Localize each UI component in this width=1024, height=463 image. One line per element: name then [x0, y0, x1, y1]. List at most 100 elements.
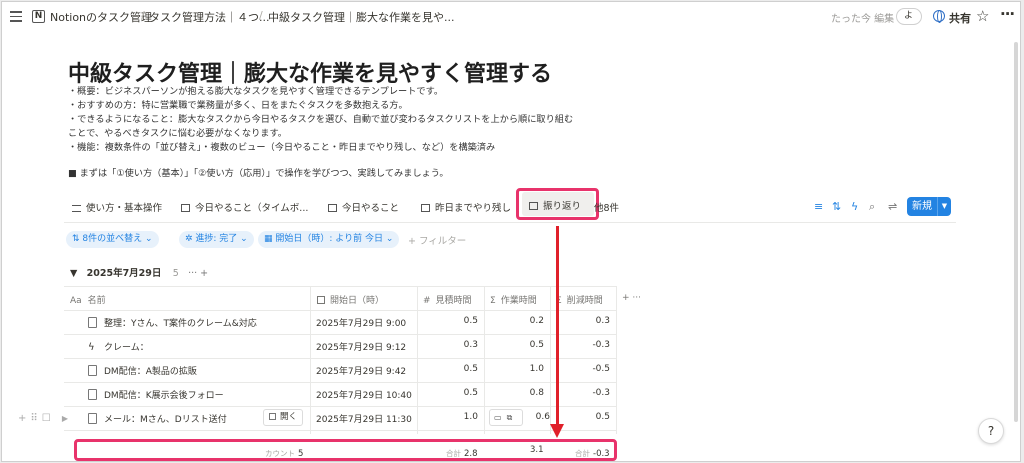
- search-icon[interactable]: ⌕: [869, 200, 875, 214]
- text-icon: Aa: [70, 296, 82, 306]
- automation-icon[interactable]: ϟ: [851, 200, 858, 213]
- row-handle-controls[interactable]: +⠿☐ ▶: [18, 413, 72, 424]
- add-column-button[interactable]: + ···: [622, 293, 641, 303]
- table-row[interactable]: DM配信：K展示会後フォロー 2025年7月29日 10:40 0.5 0.8 …: [64, 382, 616, 407]
- breadcrumb-item-3[interactable]: 中級タスク管理｜膨大な作業を見や...: [268, 9, 455, 25]
- scrollbar[interactable]: [1014, 42, 1018, 422]
- reduce-summary[interactable]: 合計 -0.3: [575, 448, 610, 459]
- column-header-name[interactable]: Aa 名前: [70, 293, 106, 306]
- filter-icon[interactable]: ≡: [814, 200, 823, 213]
- sort-icon[interactable]: ⇅: [832, 200, 841, 213]
- tab-basic-usage[interactable]: 使い方・基本操作: [72, 200, 162, 214]
- reduce-cell[interactable]: -0.3: [554, 340, 610, 350]
- help-icon[interactable]: ?: [978, 418, 1004, 444]
- reduce-cell[interactable]: 0.3: [554, 316, 610, 326]
- sort-chip[interactable]: ⇅ 8件の並べ替え ⌄: [66, 231, 159, 248]
- new-button[interactable]: 新規 ▼: [907, 197, 951, 216]
- add-filter-button[interactable]: + フィルター: [408, 233, 466, 247]
- breadcrumb-item-1[interactable]: Notionのタスク管理: [50, 9, 152, 25]
- open-button-label: 開く: [280, 412, 298, 422]
- column-label: 開始日（時）: [330, 296, 385, 306]
- drag-handle-icon[interactable]: ⠿: [30, 413, 41, 424]
- chevron-down-icon[interactable]: ▼: [937, 197, 951, 216]
- start-cell[interactable]: 2025年7月29日 9:12: [316, 340, 406, 353]
- more-views-link[interactable]: 他8件: [594, 200, 619, 214]
- page-title[interactable]: 中級タスク管理｜膨大な作業を見やすく管理する: [68, 56, 552, 88]
- copy-icon[interactable]: ⧉: [507, 413, 518, 422]
- globe-icon[interactable]: [933, 10, 945, 23]
- name-cell[interactable]: DM配信：K展示会後フォロー: [88, 388, 308, 401]
- estimate-cell[interactable]: 0.5: [422, 316, 478, 326]
- table-row[interactable]: 整理：Yさん、T案件のクレーム&対応 2025年7月29日 9:00 0.5 0…: [64, 310, 616, 335]
- reduce-cell[interactable]: 0.5: [554, 412, 610, 422]
- row-divider: [64, 430, 616, 431]
- avatar[interactable]: よ: [896, 8, 922, 25]
- reduce-cell[interactable]: -0.5: [554, 364, 610, 374]
- table-row[interactable]: DM配信：A製品の拡販 2025年7月29日 9:42 0.5 1.0 -0.5: [64, 358, 616, 383]
- reduce-cell[interactable]: -0.3: [554, 388, 610, 398]
- column-divider: [616, 286, 617, 434]
- count-summary[interactable]: カウント 5: [265, 448, 303, 459]
- doc-icon: [88, 413, 97, 424]
- table-row[interactable]: ϟ クレーム： 2025年7月29日 9:12 0.3 0.5 -0.3: [64, 334, 616, 359]
- doc-icon: [88, 365, 97, 376]
- work-cell[interactable]: 0.8: [488, 388, 544, 398]
- name-cell[interactable]: メール：Mさん、Dリスト送付: [88, 412, 258, 425]
- breadcrumb-item-2[interactable]: タスク管理方法｜４つ...: [149, 9, 270, 25]
- row-divider: [64, 286, 616, 287]
- expand-arrow-icon[interactable]: ▶: [62, 414, 72, 423]
- description-line: ・機能：複数条件の「並び替え」・複数のビュー（今日やること・昨日までやり残し、な…: [68, 142, 496, 153]
- menu-icon[interactable]: [10, 11, 22, 22]
- column-header-estimate[interactable]: # 見積時間: [423, 293, 472, 306]
- start-cell[interactable]: 2025年7月29日 10:40: [316, 388, 412, 401]
- estimate-cell[interactable]: 0.5: [422, 364, 478, 374]
- chip-label: 開始日（時）: より前 今日: [275, 234, 383, 244]
- name-cell[interactable]: 整理：Yさん、T案件のクレーム&対応: [88, 316, 308, 329]
- notion-window: N Notionのタスク管理 / タスク管理方法｜４つ... / 中級タスク管理…: [1, 1, 1021, 462]
- row-hover-actions[interactable]: ▭⧉: [489, 409, 523, 426]
- progress-filter-chip[interactable]: ✲ 進捗: 完了 ⌄: [179, 231, 254, 248]
- start-cell[interactable]: 2025年7月29日 9:42: [316, 364, 406, 377]
- column-header-work[interactable]: Σ 作業時間: [490, 293, 537, 306]
- notion-page-icon: N: [32, 10, 45, 23]
- settings-icon[interactable]: ⇌: [888, 200, 897, 213]
- summary-value: 2.8: [464, 449, 478, 459]
- estimate-cell[interactable]: 0.3: [422, 340, 478, 350]
- summary-row[interactable]: カウント 5 合計 2.8 3.1 合計 -0.3: [74, 439, 617, 461]
- page-description[interactable]: ・概要：ビジネスパーソンが抱える膨大なタスクを見やすく管理できるテンプレートです…: [68, 85, 598, 181]
- work-cell[interactable]: 0.5: [488, 340, 544, 350]
- group-count: 5: [172, 268, 179, 279]
- group-header[interactable]: ▼ 2025年7月29日 5 ··· +: [70, 265, 208, 279]
- chevron-down-icon[interactable]: ▼: [70, 268, 77, 279]
- start-date-filter-chip[interactable]: ▦ 開始日（時）: より前 今日 ⌄: [258, 231, 400, 248]
- tab-leftover[interactable]: 昨日までやり残し: [421, 200, 511, 214]
- work-cell[interactable]: 0.2: [488, 316, 544, 326]
- share-button[interactable]: 共有: [949, 10, 971, 26]
- annotation-arrow: [556, 226, 559, 426]
- doc-icon: [88, 317, 97, 328]
- comment-icon[interactable]: ▭: [494, 413, 507, 422]
- star-icon[interactable]: ☆: [976, 7, 989, 25]
- tab-today[interactable]: 今日やること: [328, 200, 399, 214]
- column-label: 見積時間: [435, 296, 472, 306]
- open-button[interactable]: 開く: [263, 409, 304, 426]
- add-row-icon[interactable]: +: [18, 413, 30, 424]
- estimate-cell[interactable]: 1.0: [422, 412, 478, 422]
- column-header-start[interactable]: 開始日（時）: [317, 293, 384, 306]
- work-cell[interactable]: 0.6: [534, 412, 550, 422]
- name-cell[interactable]: ϟ クレーム：: [88, 340, 308, 353]
- estimate-cell[interactable]: 0.5: [422, 388, 478, 398]
- checkbox-icon[interactable]: ☐: [42, 413, 55, 424]
- column-header-reduce[interactable]: Σ削減時間: [556, 293, 603, 306]
- top-bar: N Notionのタスク管理 / タスク管理方法｜４つ... / 中級タスク管理…: [2, 2, 1020, 32]
- estimate-summary[interactable]: 合計 2.8: [446, 448, 478, 459]
- group-actions[interactable]: ··· +: [188, 268, 208, 279]
- tab-today-timebox[interactable]: 今日やること（タイムボ...: [181, 200, 308, 214]
- more-options-icon[interactable]: ···: [1000, 5, 1015, 23]
- work-summary[interactable]: 3.1: [530, 445, 544, 455]
- table-row[interactable]: メール：Mさん、Dリスト送付 開く 2025年7月29日 11:30 1.0 ▭…: [64, 406, 616, 431]
- work-cell[interactable]: 1.0: [488, 364, 544, 374]
- start-cell[interactable]: 2025年7月29日 9:00: [316, 316, 406, 329]
- name-cell[interactable]: DM配信：A製品の拡販: [88, 364, 308, 377]
- start-cell[interactable]: 2025年7月29日 11:30: [316, 412, 412, 425]
